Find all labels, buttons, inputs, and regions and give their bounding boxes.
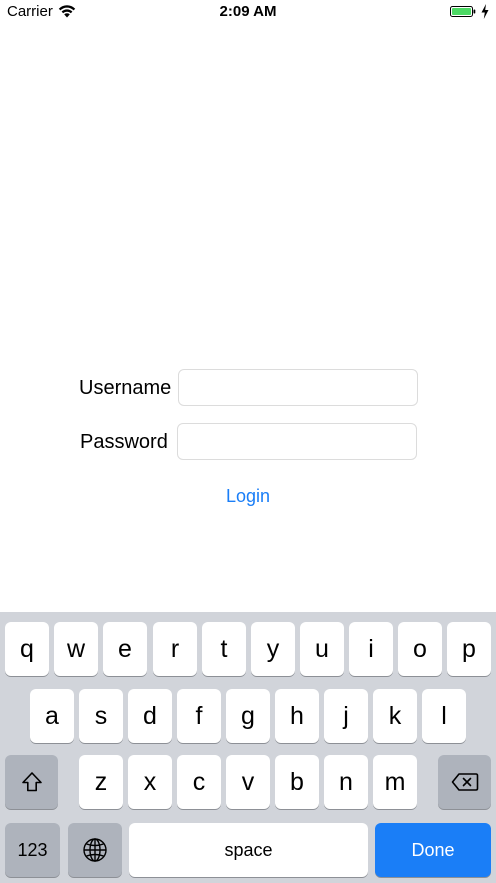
key-y[interactable]: y bbox=[251, 622, 295, 676]
key-r[interactable]: r bbox=[153, 622, 197, 676]
key-v[interactable]: v bbox=[226, 755, 270, 809]
key-m[interactable]: m bbox=[373, 755, 417, 809]
delete-key[interactable] bbox=[438, 755, 491, 809]
password-label: Password bbox=[80, 431, 168, 453]
shift-key[interactable] bbox=[5, 755, 58, 809]
key-o[interactable]: o bbox=[398, 622, 442, 676]
key-u[interactable]: u bbox=[300, 622, 344, 676]
key-l[interactable]: l bbox=[422, 689, 466, 743]
username-label: Username bbox=[79, 377, 172, 399]
login-button[interactable]: Login bbox=[198, 484, 298, 508]
globe-icon bbox=[83, 838, 107, 862]
key-w[interactable]: w bbox=[54, 622, 98, 676]
status-bar: Carrier 2:09 AM bbox=[0, 0, 496, 24]
key-p[interactable]: p bbox=[447, 622, 491, 676]
globe-key[interactable] bbox=[68, 823, 122, 877]
key-h[interactable]: h bbox=[275, 689, 319, 743]
key-d[interactable]: d bbox=[128, 689, 172, 743]
key-s[interactable]: s bbox=[79, 689, 123, 743]
password-field[interactable] bbox=[177, 423, 417, 460]
key-e[interactable]: e bbox=[103, 622, 147, 676]
space-key[interactable]: space bbox=[129, 823, 368, 877]
numbers-key[interactable]: 123 bbox=[5, 823, 60, 877]
key-t[interactable]: t bbox=[202, 622, 246, 676]
key-z[interactable]: z bbox=[79, 755, 123, 809]
key-f[interactable]: f bbox=[177, 689, 221, 743]
keyboard: q w e r t y u i o p a s d f g h j k l z … bbox=[0, 612, 496, 883]
shift-icon bbox=[21, 772, 42, 792]
key-n[interactable]: n bbox=[324, 755, 368, 809]
key-i[interactable]: i bbox=[349, 622, 393, 676]
key-g[interactable]: g bbox=[226, 689, 270, 743]
backspace-icon bbox=[451, 773, 478, 791]
key-c[interactable]: c bbox=[177, 755, 221, 809]
battery-charging-icon bbox=[450, 6, 476, 17]
key-b[interactable]: b bbox=[275, 755, 319, 809]
key-k[interactable]: k bbox=[373, 689, 417, 743]
charging-bolt-icon bbox=[481, 4, 489, 19]
username-field[interactable] bbox=[178, 369, 418, 406]
clock: 2:09 AM bbox=[219, 3, 277, 20]
key-x[interactable]: x bbox=[128, 755, 172, 809]
key-j[interactable]: j bbox=[324, 689, 368, 743]
done-key[interactable]: Done bbox=[375, 823, 491, 877]
key-a[interactable]: a bbox=[30, 689, 74, 743]
key-q[interactable]: q bbox=[5, 622, 49, 676]
